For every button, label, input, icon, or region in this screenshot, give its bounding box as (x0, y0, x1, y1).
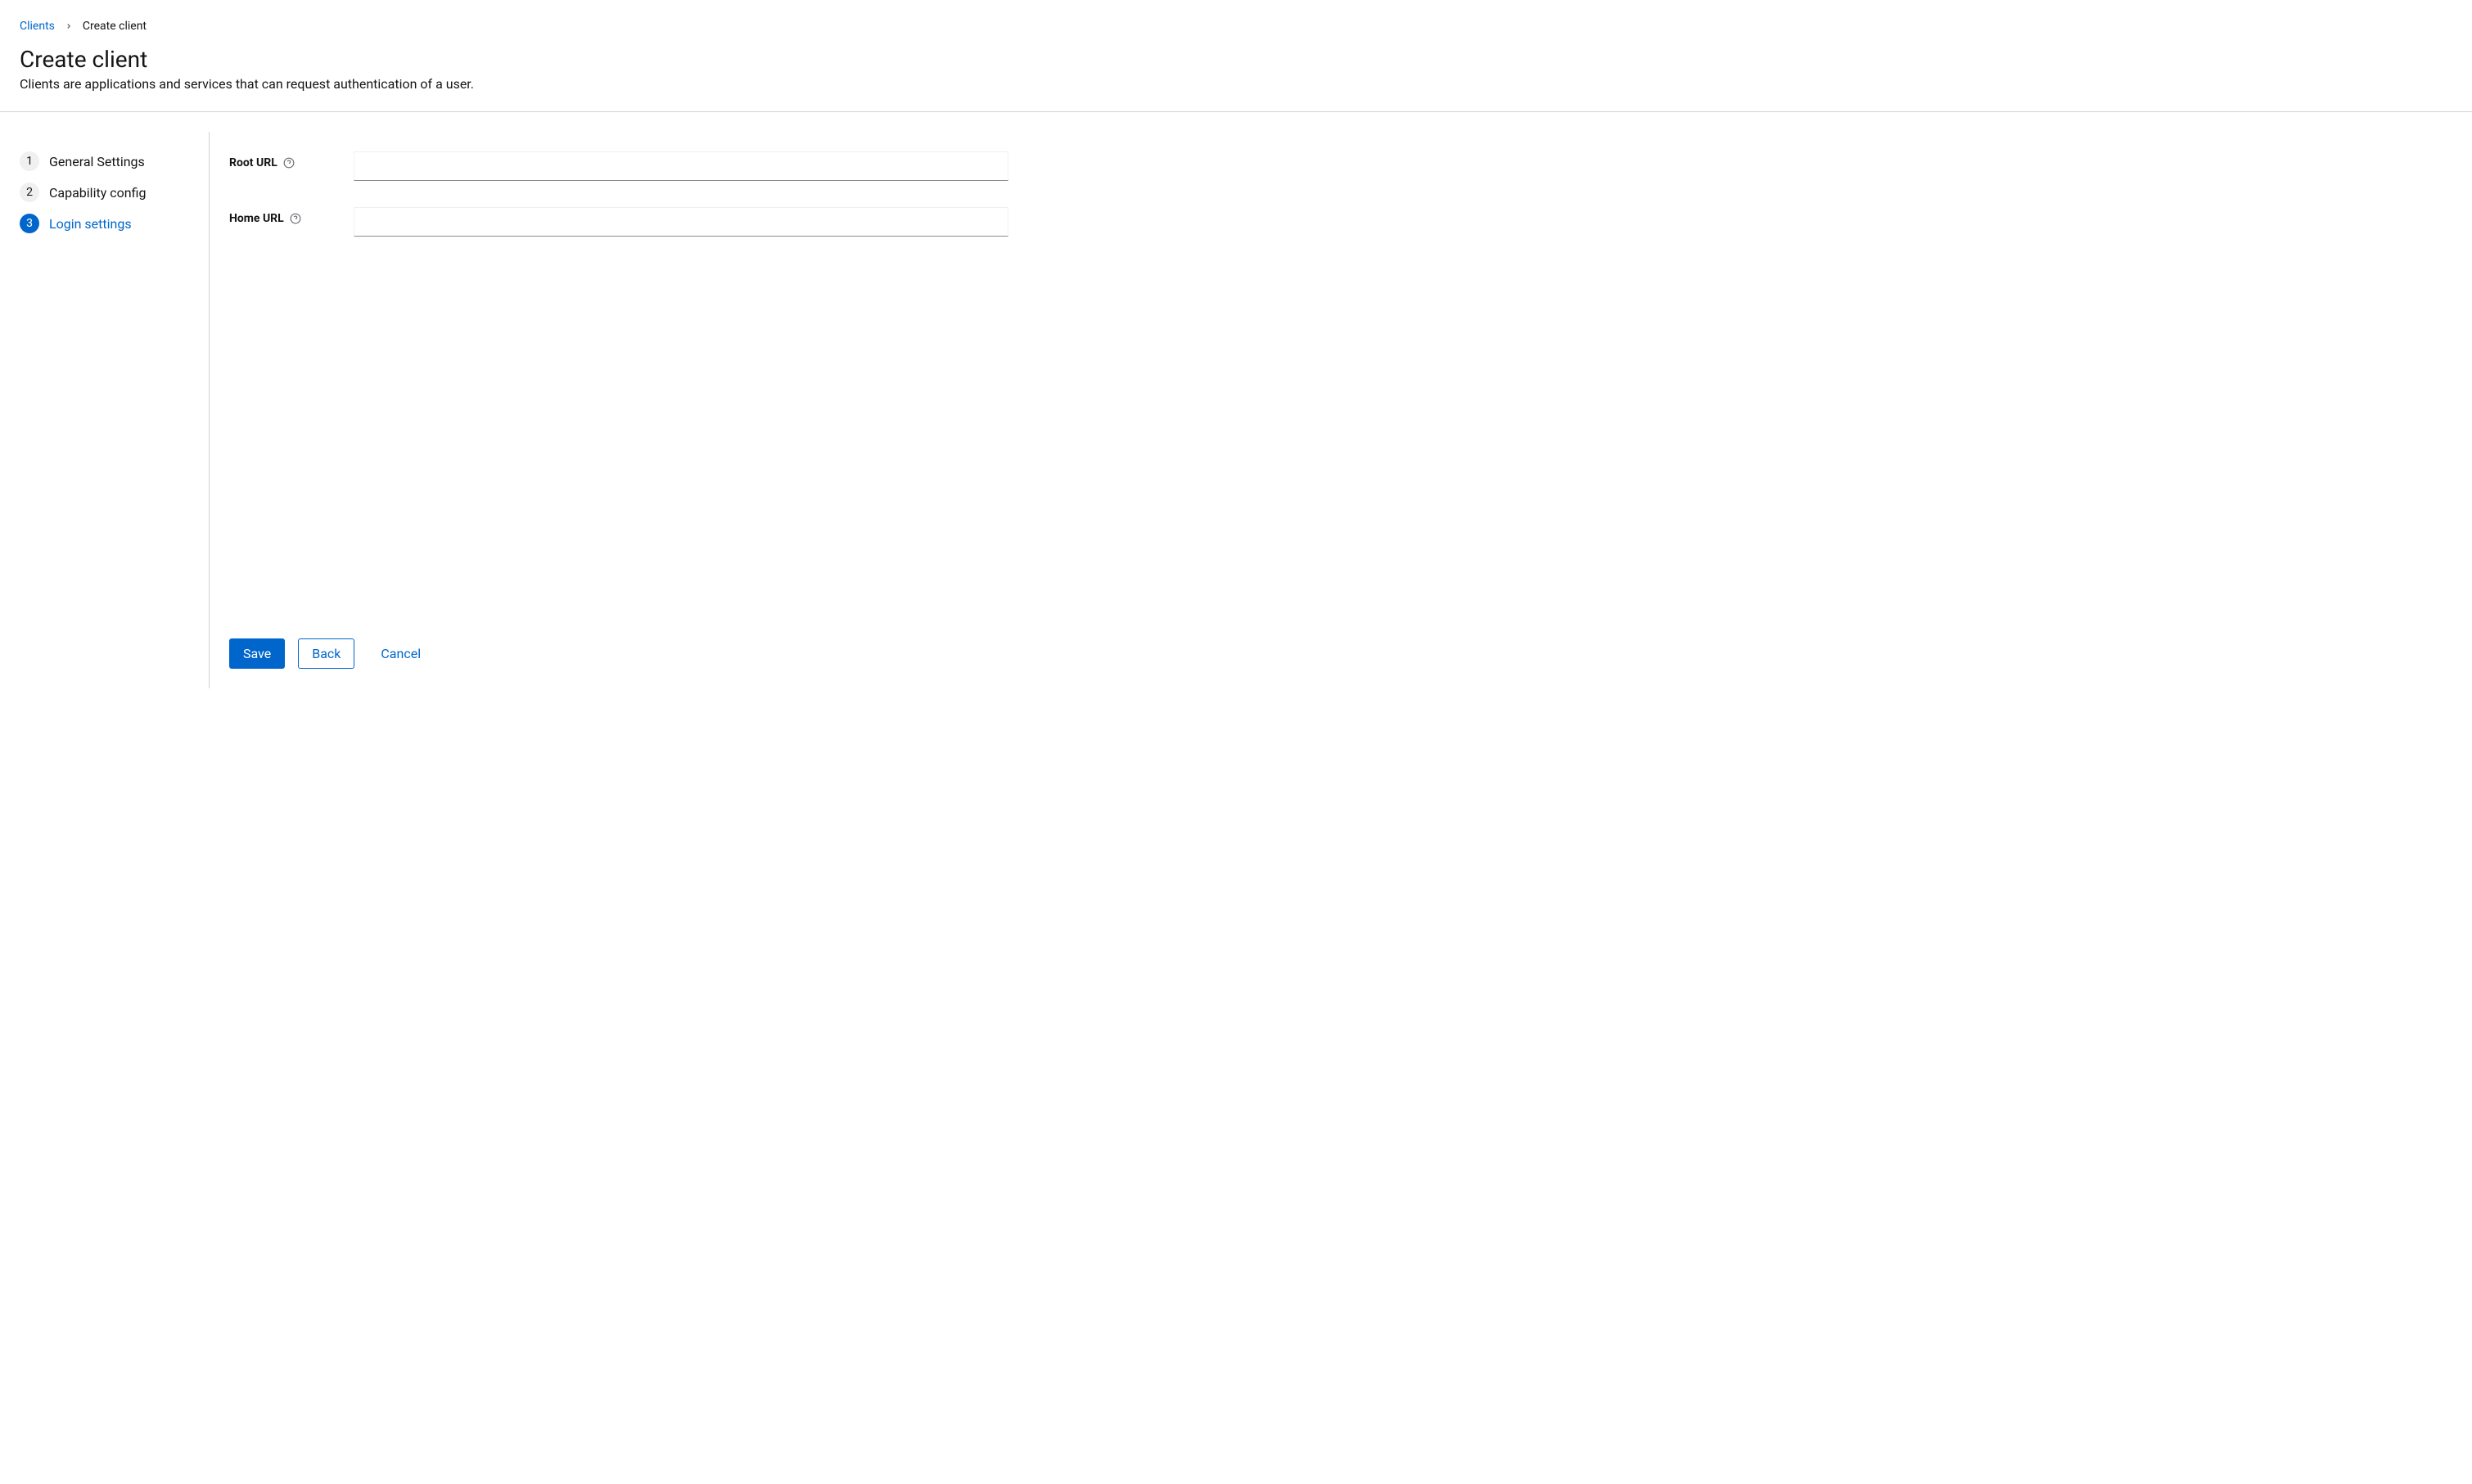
step-number-1: 1 (20, 151, 39, 171)
form-row-root-url: Root URL (229, 151, 2452, 181)
wizard-step-general-settings[interactable]: 1 General Settings (20, 151, 189, 171)
form-row-home-url: Home URL (229, 207, 2452, 237)
save-button[interactable]: Save (229, 638, 285, 669)
breadcrumb-current: Create client (83, 20, 147, 33)
back-button[interactable]: Back (298, 638, 354, 669)
page-title: Create client (20, 46, 2452, 73)
step-number-3: 3 (20, 214, 39, 233)
breadcrumb: Clients Create client (20, 20, 2452, 33)
wizard-nav: 1 General Settings 2 Capability config 3… (0, 132, 210, 688)
chevron-right-icon (65, 22, 73, 30)
step-number-2: 2 (20, 183, 39, 202)
breadcrumb-link-clients[interactable]: Clients (20, 20, 55, 33)
step-label-login-settings: Login settings (49, 216, 132, 232)
step-label-general-settings: General Settings (49, 154, 145, 169)
wizard-container: 1 General Settings 2 Capability config 3… (0, 112, 2472, 688)
form-fields: Root URL Home URL (229, 151, 2452, 619)
root-url-input[interactable] (354, 151, 1008, 181)
home-url-input[interactable] (354, 207, 1008, 237)
root-url-label: Root URL (229, 156, 277, 169)
home-url-label: Home URL (229, 212, 284, 225)
step-label-capability-config: Capability config (49, 185, 146, 201)
help-icon[interactable] (282, 156, 295, 169)
wizard-step-capability-config[interactable]: 2 Capability config (20, 183, 189, 202)
button-row: Save Back Cancel (229, 619, 2452, 669)
help-icon[interactable] (289, 212, 302, 225)
page-description: Clients are applications and services th… (20, 76, 2452, 92)
wizard-content: Root URL Home URL (210, 132, 2472, 688)
cancel-button[interactable]: Cancel (368, 639, 434, 668)
wizard-step-login-settings[interactable]: 3 Login settings (20, 214, 189, 233)
